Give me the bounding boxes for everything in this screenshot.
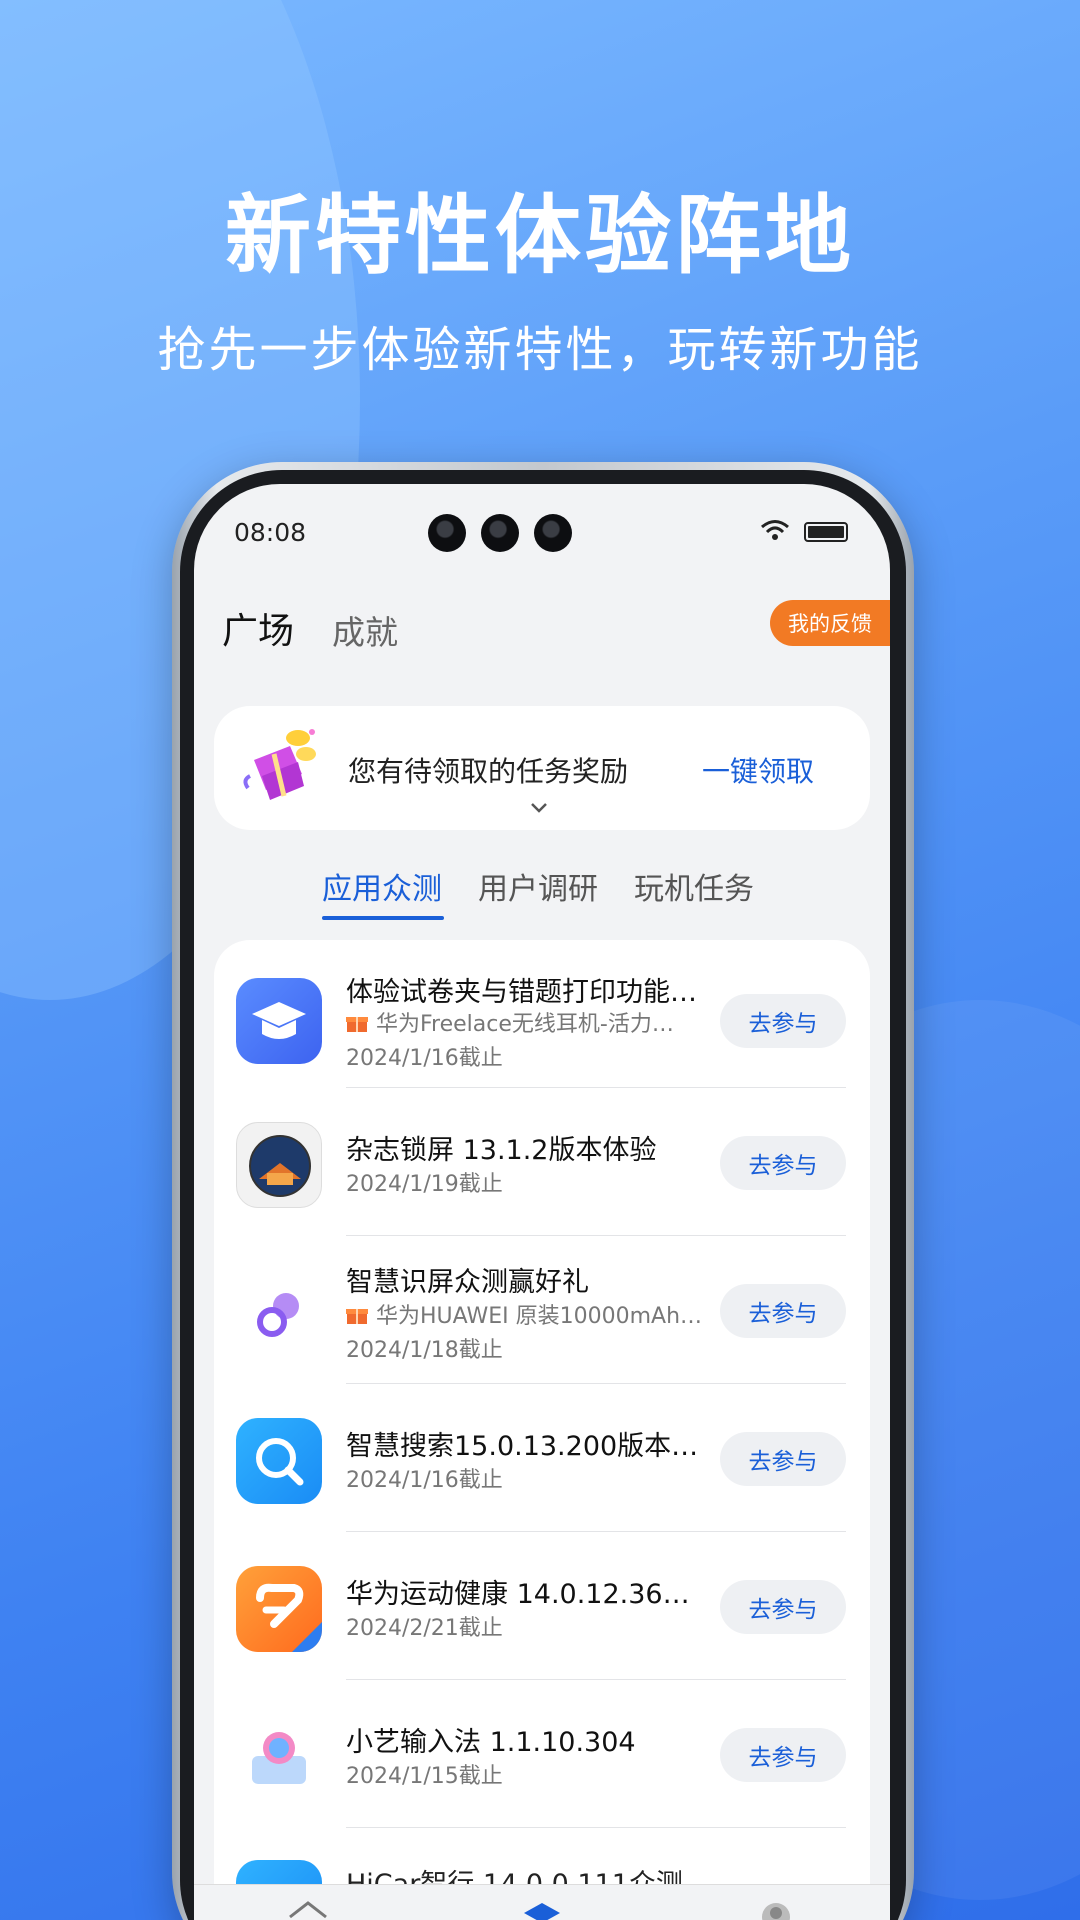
smart-screen-icon [236, 1270, 322, 1356]
magazine-lockscreen-icon [236, 1122, 322, 1208]
task-deadline: 2024/1/16截止 [346, 1046, 503, 1071]
task-deadline: 2024/1/16截止 [346, 1468, 503, 1493]
join-button[interactable]: 去参与 [720, 1284, 846, 1338]
camera-icon [428, 514, 466, 552]
task-row[interactable]: 杂志锁屏 13.1.2版本体验 2024/1/19截止 去参与 [214, 1088, 870, 1236]
task-title: 华为运动健康 14.0.12.360-… [346, 1579, 706, 1610]
tasks-icon[interactable] [520, 1897, 564, 1920]
task-row[interactable]: 华为运动健康 14.0.12.360-… 2024/2/21截止 去参与 [214, 1532, 870, 1680]
gift-box-icon [243, 729, 316, 800]
task-reward: 华为HUAWEI 原装10000mAh… [346, 1298, 706, 1330]
join-button[interactable]: 去参与 [720, 1432, 846, 1486]
task-title: 体验试卷夹与错题打印功能… [346, 977, 697, 1008]
task-category-tabs: 应用众测 用户调研 玩机任务 [194, 864, 890, 928]
profile-icon[interactable] [754, 1897, 798, 1920]
reward-banner[interactable]: 您有待领取的任务奖励 一键领取 [214, 706, 870, 830]
search-app-icon [236, 1418, 322, 1504]
tab-app-testing[interactable]: 应用众测 [322, 864, 442, 908]
join-button[interactable]: 去参与 [720, 994, 846, 1048]
wifi-icon [761, 520, 789, 540]
gift-icon [346, 1017, 368, 1032]
tab-user-survey[interactable]: 用户调研 [478, 864, 598, 908]
join-button[interactable]: 去参与 [720, 1580, 846, 1634]
camera-icon [481, 514, 519, 552]
hero-subtitle: 抢先一步体验新特性，玩转新功能 [157, 322, 923, 378]
task-title: 智慧搜索15.0.13.200版本… [346, 1431, 699, 1462]
task-reward-text: 华为Freelace无线耳机-活力… [376, 1012, 674, 1037]
task-row[interactable]: 体验试卷夹与错题打印功能… 华为Freelace无线耳机-活力… 2024/1/… [214, 940, 870, 1088]
hero-title: 新特性体验阵地 [225, 186, 855, 286]
join-button[interactable]: 去参与 [720, 1728, 846, 1782]
tab-plaza[interactable]: 广场 [222, 602, 294, 654]
status-bar: 08:08 [194, 484, 890, 574]
promo-page: 新特性体验阵地 抢先一步体验新特性，玩转新功能 08:08 广场 成就 我的反馈 [0, 0, 1080, 1920]
task-row[interactable]: 小艺输入法 1.1.10.304 2024/1/15截止 去参与 [214, 1680, 870, 1828]
task-title: 杂志锁屏 13.1.2版本体验 [346, 1135, 657, 1166]
home-icon[interactable] [286, 1897, 330, 1920]
gift-icon [346, 1309, 368, 1324]
task-deadline: 2024/2/21截止 [346, 1616, 503, 1641]
phone-screen: 08:08 广场 成就 我的反馈 您有待领取的任务奖励 一键领取 应用众测 用户… [194, 484, 890, 1920]
health-app-icon [236, 1566, 322, 1652]
task-reward: 华为Freelace无线耳机-活力… [346, 1006, 706, 1038]
task-title: 智慧识屏众测赢好礼 [346, 1267, 589, 1298]
active-tab-indicator [322, 916, 444, 920]
graduation-cap-icon [236, 978, 322, 1064]
task-deadline: 2024/1/15截止 [346, 1764, 503, 1789]
tab-phone-tasks[interactable]: 玩机任务 [634, 864, 754, 908]
my-feedback-button[interactable]: 我的反馈 [770, 600, 890, 646]
task-reward-text: 华为HUAWEI 原装10000mAh… [376, 1304, 703, 1329]
status-time: 08:08 [234, 518, 307, 547]
bottom-navigation [194, 1884, 890, 1920]
task-row[interactable]: 智慧识屏众测赢好礼 华为HUAWEI 原装10000mAh… 2024/1/18… [214, 1236, 870, 1384]
battery-icon [804, 522, 848, 542]
camera-icon [534, 514, 572, 552]
task-list: 体验试卷夹与错题打印功能… 华为Freelace无线耳机-活力… 2024/1/… [214, 940, 870, 1920]
keyboard-app-icon [236, 1714, 322, 1800]
task-row[interactable]: 智慧搜索15.0.13.200版本… 2024/1/16截止 去参与 [214, 1384, 870, 1532]
claim-all-button[interactable]: 一键领取 [702, 750, 814, 790]
tab-achievements[interactable]: 成就 [332, 606, 398, 654]
task-deadline: 2024/1/19截止 [346, 1172, 503, 1197]
task-deadline: 2024/1/18截止 [346, 1338, 503, 1363]
chevron-down-icon[interactable] [530, 802, 548, 814]
join-button[interactable]: 去参与 [720, 1136, 846, 1190]
task-title: 小艺输入法 1.1.10.304 [346, 1727, 636, 1758]
reward-banner-text: 您有待领取的任务奖励 [348, 755, 629, 788]
